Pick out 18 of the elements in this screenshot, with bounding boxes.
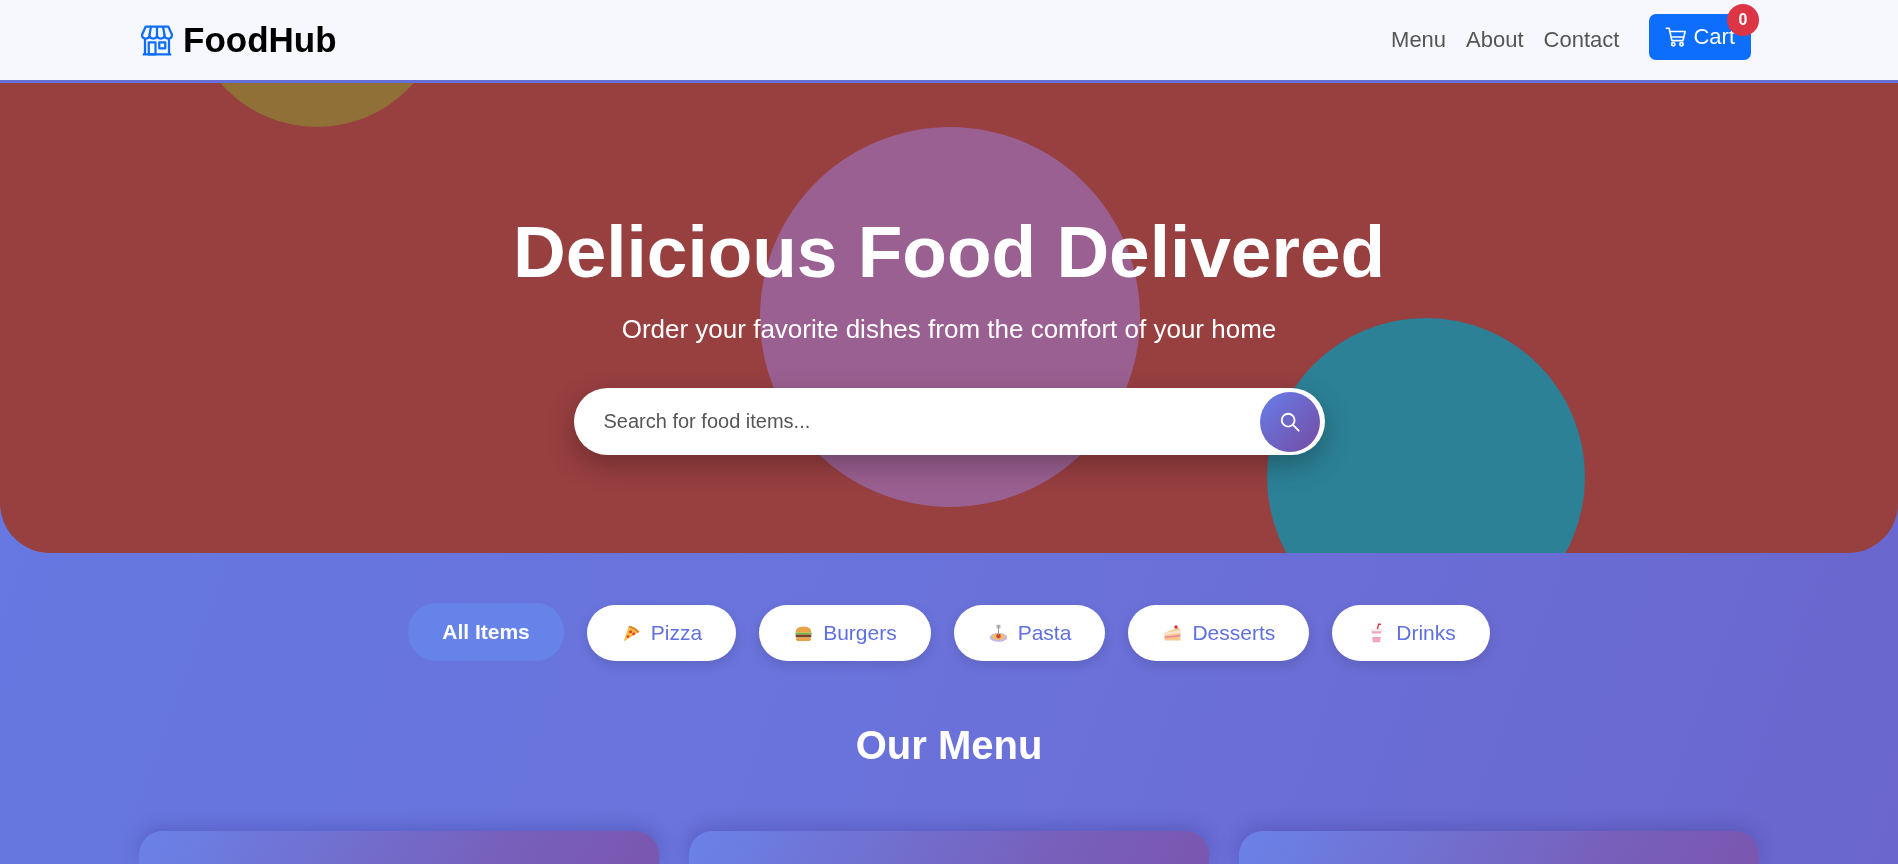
- nav-link[interactable]: About: [1466, 27, 1524, 53]
- search-icon: [1278, 411, 1301, 434]
- cart-icon: [1665, 26, 1688, 48]
- nav-link[interactable]: Contact: [1543, 27, 1620, 53]
- shop-icon: [139, 22, 175, 58]
- category-button[interactable]: Pizza: [586, 605, 737, 661]
- category-button[interactable]: Burgers: [759, 605, 931, 661]
- brand-name[interactable]: FoodHub: [183, 20, 337, 60]
- hero-title: Delicious Food Delivered: [512, 210, 1386, 294]
- category-button[interactable]: Pasta: [953, 605, 1106, 661]
- category-button[interactable]: All Items: [408, 603, 564, 661]
- category-button[interactable]: Desserts: [1128, 605, 1310, 661]
- hero-subtitle: Order your favorite dishes from the comfort of your home: [621, 312, 1277, 346]
- nav-link[interactable]: Menu: [1391, 27, 1447, 53]
- section-heading: Our Menu: [855, 722, 1043, 769]
- search-field[interactable]: Search for food items...: [573, 388, 1325, 456]
- category-button[interactable]: Drinks: [1332, 605, 1490, 661]
- pasta-plate-icon: [987, 622, 1009, 644]
